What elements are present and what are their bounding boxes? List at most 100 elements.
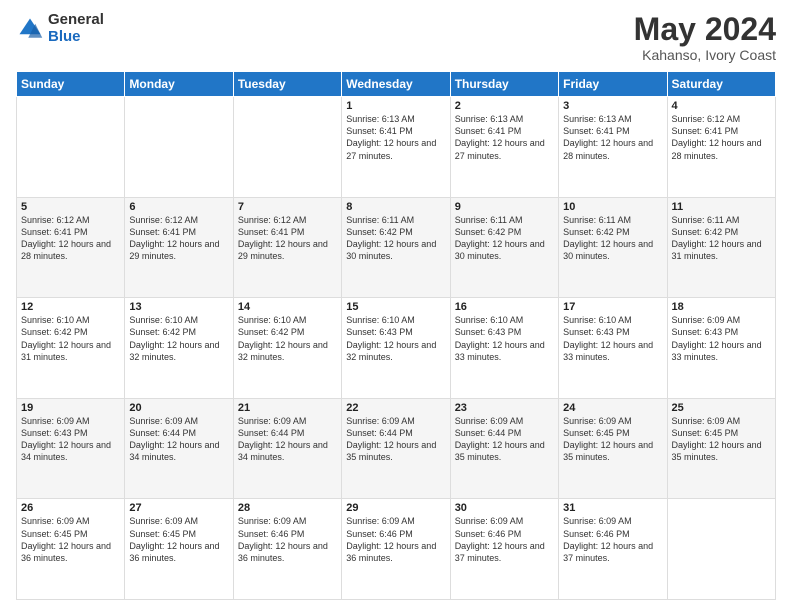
day-info: Sunrise: 6:09 AMSunset: 6:43 PMDaylight:… (21, 415, 120, 464)
col-friday: Friday (559, 72, 667, 97)
table-row (17, 97, 125, 198)
table-row: 15Sunrise: 6:10 AMSunset: 6:43 PMDayligh… (342, 298, 450, 399)
day-info: Sunrise: 6:12 AMSunset: 6:41 PMDaylight:… (238, 214, 337, 263)
table-row: 7Sunrise: 6:12 AMSunset: 6:41 PMDaylight… (233, 197, 341, 298)
day-info: Sunrise: 6:09 AMSunset: 6:46 PMDaylight:… (455, 515, 554, 564)
day-info: Sunrise: 6:11 AMSunset: 6:42 PMDaylight:… (346, 214, 445, 263)
day-info: Sunrise: 6:10 AMSunset: 6:43 PMDaylight:… (346, 314, 445, 363)
calendar-table: Sunday Monday Tuesday Wednesday Thursday… (16, 71, 776, 600)
day-info: Sunrise: 6:09 AMSunset: 6:46 PMDaylight:… (563, 515, 662, 564)
day-info: Sunrise: 6:09 AMSunset: 6:46 PMDaylight:… (346, 515, 445, 564)
day-info: Sunrise: 6:12 AMSunset: 6:41 PMDaylight:… (672, 113, 771, 162)
day-info: Sunrise: 6:11 AMSunset: 6:42 PMDaylight:… (672, 214, 771, 263)
day-number: 6 (129, 201, 228, 213)
table-row: 25Sunrise: 6:09 AMSunset: 6:45 PMDayligh… (667, 398, 775, 499)
day-number: 25 (672, 402, 771, 414)
table-row: 4Sunrise: 6:12 AMSunset: 6:41 PMDaylight… (667, 97, 775, 198)
table-row: 12Sunrise: 6:10 AMSunset: 6:42 PMDayligh… (17, 298, 125, 399)
location-subtitle: Kahanso, Ivory Coast (634, 47, 776, 63)
calendar-week-row: 19Sunrise: 6:09 AMSunset: 6:43 PMDayligh… (17, 398, 776, 499)
table-row: 17Sunrise: 6:10 AMSunset: 6:43 PMDayligh… (559, 298, 667, 399)
day-number: 15 (346, 301, 445, 313)
table-row: 2Sunrise: 6:13 AMSunset: 6:41 PMDaylight… (450, 97, 558, 198)
day-number: 19 (21, 402, 120, 414)
table-row (667, 499, 775, 600)
day-number: 26 (21, 502, 120, 514)
table-row: 3Sunrise: 6:13 AMSunset: 6:41 PMDaylight… (559, 97, 667, 198)
table-row: 30Sunrise: 6:09 AMSunset: 6:46 PMDayligh… (450, 499, 558, 600)
day-info: Sunrise: 6:09 AMSunset: 6:45 PMDaylight:… (672, 415, 771, 464)
day-number: 12 (21, 301, 120, 313)
month-title: May 2024 (634, 12, 776, 47)
day-number: 23 (455, 402, 554, 414)
col-thursday: Thursday (450, 72, 558, 97)
calendar-week-row: 26Sunrise: 6:09 AMSunset: 6:45 PMDayligh… (17, 499, 776, 600)
day-number: 4 (672, 100, 771, 112)
day-info: Sunrise: 6:10 AMSunset: 6:42 PMDaylight:… (129, 314, 228, 363)
day-number: 11 (672, 201, 771, 213)
day-info: Sunrise: 6:13 AMSunset: 6:41 PMDaylight:… (455, 113, 554, 162)
table-row: 18Sunrise: 6:09 AMSunset: 6:43 PMDayligh… (667, 298, 775, 399)
calendar-week-row: 1 Sunrise: 6:13 AMSunset: 6:41 PMDaylight… (17, 97, 776, 198)
col-sunday: Sunday (17, 72, 125, 97)
table-row: 11Sunrise: 6:11 AMSunset: 6:42 PMDayligh… (667, 197, 775, 298)
day-info: Sunrise: 6:09 AMSunset: 6:44 PMDaylight:… (346, 415, 445, 464)
day-info: Sunrise: 6:09 AMSunset: 6:45 PMDaylight:… (563, 415, 662, 464)
day-number: 31 (563, 502, 662, 514)
day-number: 21 (238, 402, 337, 414)
day-info: Sunrise: 6:11 AMSunset: 6:42 PMDaylight:… (563, 214, 662, 263)
calendar-week-row: 5Sunrise: 6:12 AMSunset: 6:41 PMDaylight… (17, 197, 776, 298)
table-row: 9Sunrise: 6:11 AMSunset: 6:42 PMDaylight… (450, 197, 558, 298)
day-info: Sunrise: 6:10 AMSunset: 6:43 PMDaylight:… (563, 314, 662, 363)
logo: General Blue (16, 12, 104, 45)
col-tuesday: Tuesday (233, 72, 341, 97)
day-number: 14 (238, 301, 337, 313)
table-row: 19Sunrise: 6:09 AMSunset: 6:43 PMDayligh… (17, 398, 125, 499)
table-row: 8Sunrise: 6:11 AMSunset: 6:42 PMDaylight… (342, 197, 450, 298)
col-saturday: Saturday (667, 72, 775, 97)
day-info: Sunrise: 6:09 AMSunset: 6:44 PMDaylight:… (455, 415, 554, 464)
table-row: 23Sunrise: 6:09 AMSunset: 6:44 PMDayligh… (450, 398, 558, 499)
day-number: 2 (455, 100, 554, 112)
day-info: Sunrise: 6:09 AMSunset: 6:44 PMDaylight:… (238, 415, 337, 464)
table-row: 21Sunrise: 6:09 AMSunset: 6:44 PMDayligh… (233, 398, 341, 499)
table-row: 24Sunrise: 6:09 AMSunset: 6:45 PMDayligh… (559, 398, 667, 499)
table-row (233, 97, 341, 198)
day-number: 29 (346, 502, 445, 514)
table-row: 16Sunrise: 6:10 AMSunset: 6:43 PMDayligh… (450, 298, 558, 399)
day-info: Sunrise: 6:09 AMSunset: 6:45 PMDaylight:… (21, 515, 120, 564)
day-number: 20 (129, 402, 228, 414)
logo-general: General (48, 12, 104, 29)
table-row: 5Sunrise: 6:12 AMSunset: 6:41 PMDaylight… (17, 197, 125, 298)
day-number: 9 (455, 201, 554, 213)
day-number: 28 (238, 502, 337, 514)
calendar-header-row: Sunday Monday Tuesday Wednesday Thursday… (17, 72, 776, 97)
table-row: 20Sunrise: 6:09 AMSunset: 6:44 PMDayligh… (125, 398, 233, 499)
title-block: May 2024 Kahanso, Ivory Coast (634, 12, 776, 63)
table-row: 31Sunrise: 6:09 AMSunset: 6:46 PMDayligh… (559, 499, 667, 600)
logo-blue: Blue (48, 29, 104, 46)
day-info: Sunrise: 6:12 AMSunset: 6:41 PMDaylight:… (21, 214, 120, 263)
day-number: 1 (346, 100, 445, 112)
day-info: Sunrise: 6:09 AMSunset: 6:46 PMDaylight:… (238, 515, 337, 564)
day-number: 18 (672, 301, 771, 313)
day-number: 5 (21, 201, 120, 213)
day-number: 30 (455, 502, 554, 514)
day-info: Sunrise: 6:10 AMSunset: 6:42 PMDaylight:… (238, 314, 337, 363)
day-info: Sunrise: 6:13 AMSunset: 6:41 PMDaylight:… (563, 113, 662, 162)
table-row: 6Sunrise: 6:12 AMSunset: 6:41 PMDaylight… (125, 197, 233, 298)
logo-icon (16, 15, 44, 43)
day-number: 17 (563, 301, 662, 313)
day-number: 24 (563, 402, 662, 414)
day-info: Sunrise: 6:11 AMSunset: 6:42 PMDaylight:… (455, 214, 554, 263)
day-number: 7 (238, 201, 337, 213)
col-monday: Monday (125, 72, 233, 97)
day-info: Sunrise: 6:12 AMSunset: 6:41 PMDaylight:… (129, 214, 228, 263)
day-info: Sunrise: 6:10 AMSunset: 6:43 PMDaylight:… (455, 314, 554, 363)
day-number: 8 (346, 201, 445, 213)
table-row: 10Sunrise: 6:11 AMSunset: 6:42 PMDayligh… (559, 197, 667, 298)
table-row: 13Sunrise: 6:10 AMSunset: 6:42 PMDayligh… (125, 298, 233, 399)
day-number: 22 (346, 402, 445, 414)
day-info: Sunrise: 6:09 AMSunset: 6:44 PMDaylight:… (129, 415, 228, 464)
logo-text: General Blue (48, 12, 104, 45)
